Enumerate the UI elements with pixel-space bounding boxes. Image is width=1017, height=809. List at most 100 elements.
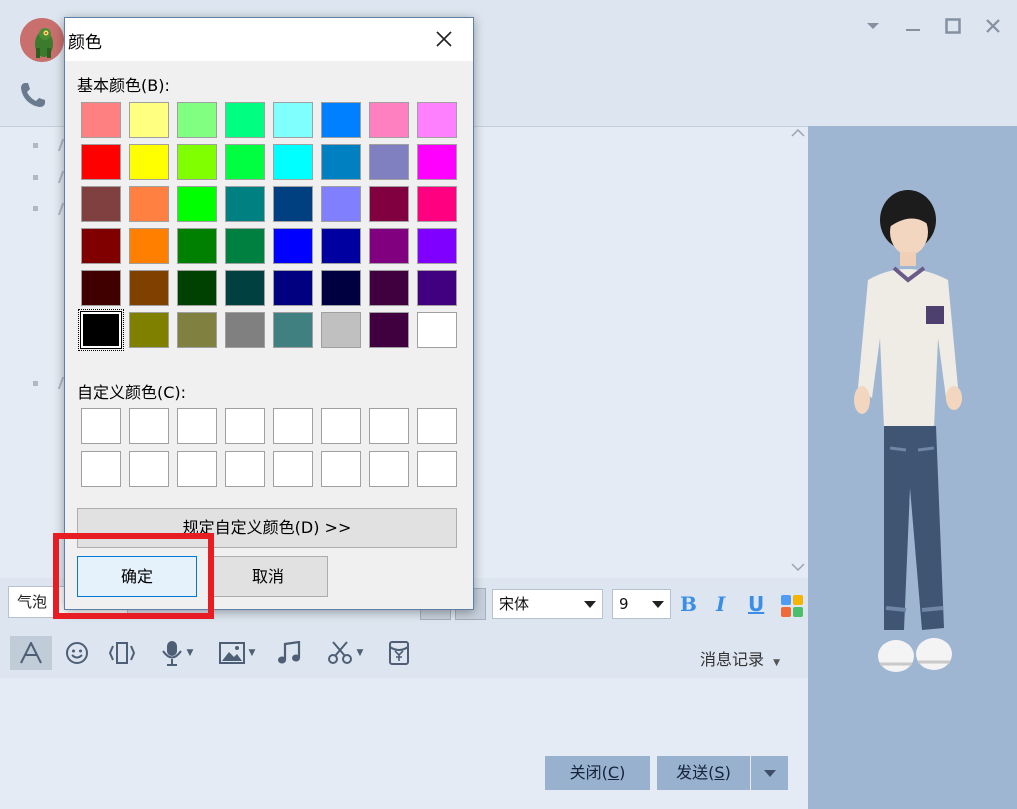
basic-color-swatch[interactable] [129, 144, 169, 180]
basic-color-swatch[interactable] [417, 186, 457, 222]
basic-color-swatch[interactable] [369, 186, 409, 222]
basic-color-swatch[interactable] [321, 186, 361, 222]
basic-color-swatch[interactable] [81, 228, 121, 264]
basic-color-swatch[interactable] [369, 270, 409, 306]
music-icon[interactable] [272, 636, 306, 670]
bubble-style-label: 气泡 [17, 593, 48, 611]
basic-color-swatch[interactable] [81, 144, 121, 180]
shake-icon[interactable] [104, 636, 140, 670]
basic-color-swatch[interactable] [225, 102, 265, 138]
basic-color-swatch[interactable] [273, 186, 313, 222]
basic-color-swatch[interactable] [273, 102, 313, 138]
custom-color-swatch[interactable] [81, 451, 121, 487]
contact-avatar[interactable] [20, 18, 64, 62]
scroll-up-icon[interactable] [788, 128, 808, 141]
basic-color-swatch[interactable] [273, 312, 313, 348]
send-options-button[interactable] [751, 756, 788, 790]
basic-color-swatch[interactable] [321, 270, 361, 306]
font-icon[interactable] [10, 636, 52, 670]
custom-color-swatch[interactable] [417, 408, 457, 444]
basic-color-swatch[interactable] [321, 102, 361, 138]
phone-icon[interactable] [18, 80, 48, 110]
basic-color-swatch[interactable] [129, 270, 169, 306]
basic-color-swatch[interactable] [417, 312, 457, 348]
basic-color-swatch[interactable] [78, 309, 124, 351]
custom-color-swatch[interactable] [273, 451, 313, 487]
custom-color-swatch[interactable] [225, 408, 265, 444]
palette-icon[interactable] [781, 595, 803, 617]
custom-color-swatch[interactable] [417, 451, 457, 487]
basic-color-swatch[interactable] [225, 144, 265, 180]
basic-color-swatch[interactable] [225, 228, 265, 264]
message-history-link[interactable]: 消息记录 ▼ [700, 646, 780, 670]
color-dialog: 颜色 基本颜色(B): 自定义颜色(C): 规定自定义颜色(D) >> 确定 取… [64, 17, 474, 610]
basic-color-swatch[interactable] [129, 186, 169, 222]
custom-color-swatch[interactable] [129, 408, 169, 444]
custom-color-swatch[interactable] [129, 451, 169, 487]
basic-color-swatch[interactable] [129, 228, 169, 264]
red-packet-icon[interactable] [382, 636, 416, 670]
image-icon[interactable]: ▼ [212, 636, 262, 670]
custom-color-swatch[interactable] [273, 408, 313, 444]
basic-color-swatch[interactable] [177, 270, 217, 306]
basic-color-swatch[interactable] [129, 102, 169, 138]
scroll-down-icon[interactable] [788, 563, 808, 575]
basic-color-swatch[interactable] [81, 270, 121, 306]
font-size-select[interactable]: 9 [612, 589, 671, 619]
define-custom-colors-button[interactable]: 规定自定义颜色(D) >> [77, 508, 457, 548]
minimize-icon[interactable] [903, 14, 923, 38]
underline-button[interactable]: U [748, 592, 764, 616]
custom-color-swatch[interactable] [177, 408, 217, 444]
basic-color-swatch[interactable] [129, 312, 169, 348]
basic-color-swatch[interactable] [81, 186, 121, 222]
custom-color-swatch[interactable] [321, 451, 361, 487]
basic-color-swatch[interactable] [81, 102, 121, 138]
custom-color-swatch[interactable] [177, 451, 217, 487]
basic-color-swatch[interactable] [417, 228, 457, 264]
basic-color-swatch[interactable] [177, 144, 217, 180]
basic-color-swatch[interactable] [321, 228, 361, 264]
custom-color-swatch[interactable] [369, 408, 409, 444]
basic-color-swatch[interactable] [273, 228, 313, 264]
basic-color-swatch[interactable] [369, 144, 409, 180]
dropdown-menu-icon[interactable] [863, 14, 883, 38]
custom-color-swatch[interactable] [81, 408, 121, 444]
basic-color-swatch[interactable] [321, 144, 361, 180]
basic-color-swatch[interactable] [417, 270, 457, 306]
cancel-button[interactable]: 取消 [208, 556, 328, 597]
basic-color-swatch[interactable] [177, 186, 217, 222]
custom-color-swatch[interactable] [225, 451, 265, 487]
custom-color-swatch[interactable] [321, 408, 361, 444]
scissors-icon[interactable]: ▼ [320, 636, 370, 670]
basic-color-swatch[interactable] [417, 144, 457, 180]
chevron-down-icon[interactable]: ▼ [357, 648, 364, 658]
chevron-down-icon[interactable]: ▼ [187, 648, 194, 658]
close-chat-button[interactable]: 关闭(C) [545, 756, 650, 790]
basic-color-swatch[interactable] [321, 312, 361, 348]
basic-color-swatch[interactable] [369, 228, 409, 264]
basic-color-swatch[interactable] [273, 270, 313, 306]
ok-button[interactable]: 确定 [77, 556, 197, 597]
basic-color-swatch[interactable] [225, 270, 265, 306]
basic-color-swatch[interactable] [177, 102, 217, 138]
dialog-title: 颜色 [68, 33, 102, 53]
dialog-close-icon[interactable] [431, 26, 457, 52]
bold-button[interactable]: B [680, 592, 697, 616]
italic-button[interactable]: I [716, 592, 725, 616]
basic-color-swatch[interactable] [225, 186, 265, 222]
send-button[interactable]: 发送(S) [657, 756, 750, 790]
maximize-icon[interactable] [943, 14, 963, 38]
basic-color-swatch[interactable] [225, 312, 265, 348]
basic-color-swatch[interactable] [273, 144, 313, 180]
voice-icon[interactable]: ▼ [154, 636, 200, 670]
close-icon[interactable] [983, 14, 1003, 38]
basic-color-swatch[interactable] [177, 228, 217, 264]
basic-color-swatch[interactable] [417, 102, 457, 138]
basic-color-swatch[interactable] [369, 102, 409, 138]
basic-color-swatch[interactable] [369, 312, 409, 348]
font-family-select[interactable]: 宋体 [492, 589, 603, 619]
custom-color-swatch[interactable] [369, 451, 409, 487]
emoji-icon[interactable] [60, 636, 94, 670]
basic-color-swatch[interactable] [177, 312, 217, 348]
chevron-down-icon[interactable]: ▼ [249, 648, 256, 658]
